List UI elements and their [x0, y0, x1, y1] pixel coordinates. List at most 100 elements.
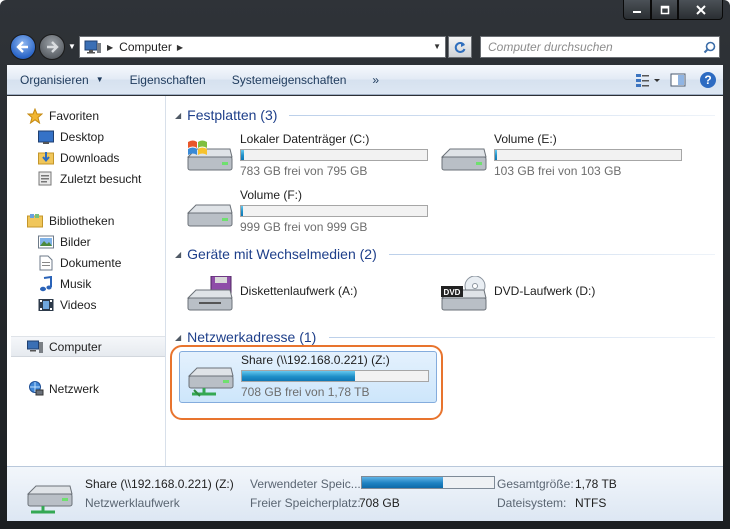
view-options-button[interactable] — [633, 65, 663, 95]
sidebar-item-computer[interactable]: Computer — [11, 336, 165, 357]
arrow-left-icon — [16, 41, 28, 53]
sidebar-item-label: Downloads — [60, 150, 120, 165]
help-icon: ? — [700, 71, 716, 88]
group-divider — [289, 115, 715, 116]
star-icon — [26, 107, 44, 124]
sidebar-item-music[interactable]: Musik — [37, 273, 91, 294]
properties-button[interactable]: Eigenschaften — [117, 65, 219, 95]
documents-icon — [37, 255, 55, 271]
chevron-down-icon[interactable]: ▼ — [433, 42, 441, 51]
details-name: Share (\\192.168.0.221) (Z:) — [85, 477, 234, 491]
drive-free-space: 999 GB frei von 999 GB — [240, 220, 368, 234]
drive-usage-fill — [241, 206, 243, 216]
sidebar-item-recent[interactable]: Zuletzt besucht — [37, 168, 141, 189]
device-tile-dvd[interactable]: DVD DVD-Laufwerk (D:) — [439, 270, 689, 320]
refresh-icon — [454, 42, 466, 53]
desktop-icon — [37, 129, 55, 145]
sidebar-item-network[interactable]: Netzwerk — [26, 378, 99, 399]
drive-free-space: 783 GB frei von 795 GB — [240, 164, 368, 178]
details-usage-bar — [361, 476, 495, 489]
command-bar: Organisieren ▼ Eigenschaften Systemeigen… — [7, 65, 723, 95]
collapse-triangle-icon: ◢ — [175, 332, 182, 342]
floppy-drive-icon — [186, 276, 233, 311]
details-free-value: 708 GB — [359, 496, 400, 510]
address-bar[interactable]: ▶ Computer ▶ ▼ — [79, 36, 446, 58]
organize-menu[interactable]: Organisieren ▼ — [7, 65, 117, 95]
sidebar-item-downloads[interactable]: Downloads — [37, 147, 119, 168]
back-button[interactable] — [10, 34, 36, 60]
sidebar-item-documents[interactable]: Dokumente — [37, 252, 121, 273]
organize-label: Organisieren — [20, 72, 89, 87]
details-fs-label: Dateisystem: — [497, 496, 567, 510]
toolbar-right: ? — [633, 65, 723, 95]
group-header-removable[interactable]: ◢ Geräte mit Wechselmedien (2) — [175, 244, 377, 264]
sidebar-item-desktop[interactable]: Desktop — [37, 126, 104, 147]
system-drive-icon — [186, 140, 233, 171]
details-fs-value: NTFS — [575, 496, 607, 510]
search-icon[interactable] — [699, 41, 719, 54]
sidebar-item-pictures[interactable]: Bilder — [37, 231, 91, 252]
svg-text:DVD: DVD — [444, 288, 461, 297]
details-usage-fill — [362, 477, 443, 488]
drive-name: Volume (F:) — [240, 188, 303, 202]
system-properties-button[interactable]: Systemeigenschaften — [219, 65, 360, 95]
minimize-icon — [633, 10, 641, 13]
highlight-ring — [170, 345, 443, 420]
group-header-network[interactable]: ◢ Netzwerkadresse (1) — [175, 327, 316, 347]
collapse-triangle-icon: ◢ — [175, 249, 182, 259]
search-input[interactable]: Computer durchsuchen — [488, 40, 699, 54]
group-title: Netzwerkadresse (1) — [187, 329, 317, 345]
group-header-hard-drives[interactable]: ◢ Festplatten (3) — [175, 105, 277, 125]
forward-button[interactable] — [39, 34, 65, 60]
search-box[interactable]: Computer durchsuchen — [480, 36, 720, 58]
breadcrumb-chevron-icon[interactable]: ▶ — [177, 43, 183, 52]
music-icon — [37, 275, 55, 292]
caption-buttons — [623, 0, 723, 21]
sidebar-item-label: Bibliotheken — [49, 213, 115, 228]
drive-usage-bar — [240, 149, 428, 161]
sidebar-item-label: Dokumente — [60, 255, 122, 270]
drive-usage-fill — [241, 150, 244, 160]
sidebar-item-label: Videos — [60, 297, 97, 312]
drive-usage-fill — [495, 150, 497, 160]
explorer-window: ▼ ▶ Computer ▶ ▼ Computer durchsuchen Or… — [0, 0, 730, 529]
sidebar-item-videos[interactable]: Videos — [37, 294, 96, 315]
properties-label: Eigenschaften — [129, 72, 206, 87]
refresh-button[interactable] — [448, 36, 472, 58]
minimize-button[interactable] — [623, 0, 651, 20]
more-commands-button[interactable]: » — [359, 65, 392, 95]
breadcrumb-chevron-icon[interactable]: ▶ — [107, 43, 113, 52]
help-button[interactable]: ? — [693, 65, 723, 95]
sidebar-item-libraries[interactable]: Bibliotheken — [26, 210, 114, 231]
group-divider — [389, 254, 715, 255]
drive-name: Lokaler Datenträger (C:) — [240, 132, 370, 146]
close-button[interactable] — [678, 0, 723, 20]
sidebar-item-label: Netzwerk — [49, 381, 100, 396]
drive-tile-e[interactable]: Volume (E:) 103 GB frei von 103 GB — [439, 131, 689, 181]
libraries-icon — [26, 213, 44, 229]
drive-usage-bar — [494, 149, 682, 161]
computer-icon — [26, 339, 44, 355]
hard-drive-icon — [186, 204, 233, 227]
system-properties-label: Systemeigenschaften — [231, 72, 347, 87]
preview-pane-icon — [670, 73, 686, 86]
breadcrumb-computer[interactable]: Computer — [119, 40, 172, 54]
device-tile-floppy[interactable]: Diskettenlaufwerk (A:) — [185, 270, 435, 320]
device-name: DVD-Laufwerk (D:) — [494, 284, 596, 298]
close-icon — [695, 4, 706, 15]
drive-tile-c[interactable]: Lokaler Datenträger (C:) 783 GB frei von… — [185, 131, 435, 181]
sidebar-item-label: Desktop — [60, 129, 105, 144]
collapse-triangle-icon: ◢ — [175, 110, 182, 120]
details-used-label: Verwendeter Speic... — [250, 477, 361, 491]
sidebar-item-label: Zuletzt besucht — [60, 171, 142, 186]
sidebar-item-label: Musik — [60, 276, 92, 291]
maximize-button[interactable] — [651, 0, 678, 20]
view-icon — [636, 73, 660, 87]
drive-tile-f[interactable]: Volume (F:) 999 GB frei von 999 GB — [185, 187, 435, 237]
group-title: Geräte mit Wechselmedien (2) — [187, 246, 377, 262]
drive-free-space: 103 GB frei von 103 GB — [494, 164, 622, 178]
sidebar-item-favorites[interactable]: Favoriten — [26, 105, 99, 126]
details-total-value: 1,78 TB — [575, 477, 617, 491]
recent-pages-dropdown[interactable]: ▼ — [68, 42, 76, 52]
preview-pane-button[interactable] — [663, 65, 693, 95]
